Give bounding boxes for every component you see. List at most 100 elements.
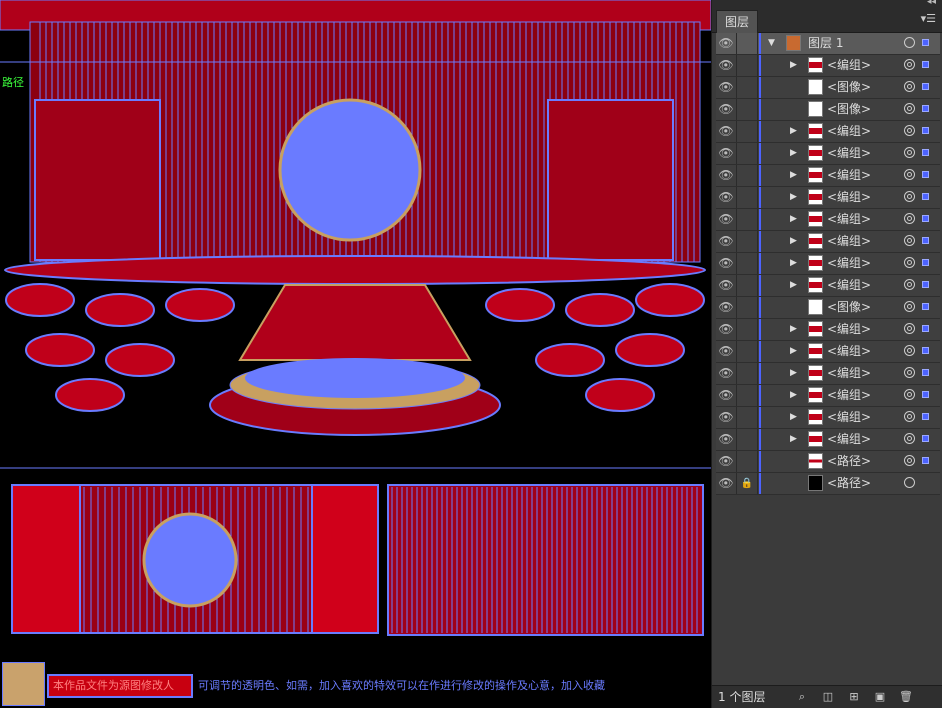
expand-triangle-icon[interactable]: ▶ (790, 231, 797, 252)
lock-toggle[interactable] (737, 363, 758, 384)
expand-triangle-icon[interactable]: ▶ (790, 209, 797, 230)
layer-row[interactable]: 👁 <路径> (716, 451, 940, 473)
lock-toggle[interactable] (737, 143, 758, 164)
layer-name[interactable]: <图像> (827, 297, 871, 318)
lock-icon[interactable]: 🔒 (737, 473, 758, 494)
lock-toggle[interactable] (737, 77, 758, 98)
layer-row[interactable]: 👁 ▶ <编组> (716, 319, 940, 341)
target-circle-icon[interactable] (904, 367, 915, 378)
visibility-eye-icon[interactable]: 👁 (716, 363, 737, 384)
selection-square[interactable] (922, 193, 929, 200)
layer-name[interactable]: <编组> (827, 363, 871, 384)
visibility-eye-icon[interactable]: 👁 (716, 275, 737, 296)
layer-name[interactable]: <图像> (827, 77, 871, 98)
layer-name[interactable]: <编组> (827, 275, 871, 296)
expand-triangle-icon[interactable]: ▶ (790, 407, 797, 428)
lock-toggle[interactable] (737, 275, 758, 296)
target-circle-icon[interactable] (904, 477, 915, 488)
layer-row[interactable]: 👁 ▶ <编组> (716, 209, 940, 231)
selection-square[interactable] (922, 347, 929, 354)
lock-toggle[interactable] (737, 341, 758, 362)
lock-toggle[interactable] (737, 121, 758, 142)
lock-toggle[interactable] (737, 407, 758, 428)
layer-row[interactable]: 👁 ▶ <编组> (716, 429, 940, 451)
expand-triangle-icon[interactable]: ▶ (790, 275, 797, 296)
target-circle-icon[interactable] (904, 37, 915, 48)
selection-square[interactable] (922, 171, 929, 178)
expand-triangle-icon[interactable]: ▶ (790, 253, 797, 274)
lock-toggle[interactable] (737, 99, 758, 120)
layer-row[interactable]: 👁 ▶ <编组> (716, 341, 940, 363)
layer-row[interactable]: 👁 ▶ <编组> (716, 143, 940, 165)
visibility-eye-icon[interactable]: 👁 (716, 187, 737, 208)
target-circle-icon[interactable] (904, 81, 915, 92)
layer-row[interactable]: 👁 ▶ <编组> (716, 165, 940, 187)
layer-name[interactable]: <编组> (827, 341, 871, 362)
expand-triangle-icon[interactable]: ▶ (790, 55, 797, 76)
lock-toggle[interactable] (737, 319, 758, 340)
visibility-eye-icon[interactable]: 👁 (716, 231, 737, 252)
layer-name[interactable]: <路径> (827, 473, 871, 494)
target-circle-icon[interactable] (904, 59, 915, 70)
collapse-icon[interactable]: ◂◂ (927, 0, 936, 7)
visibility-eye-icon[interactable]: 👁 (716, 297, 737, 318)
lock-toggle[interactable] (737, 33, 758, 54)
expand-triangle-icon[interactable]: ▶ (790, 187, 797, 208)
target-circle-icon[interactable] (904, 279, 915, 290)
target-circle-icon[interactable] (904, 433, 915, 444)
lock-toggle[interactable] (737, 451, 758, 472)
layer-row[interactable]: 👁 <图像> (716, 99, 940, 121)
selection-square[interactable] (922, 259, 929, 266)
visibility-eye-icon[interactable]: 👁 (716, 121, 737, 142)
layer-name[interactable]: <编组> (827, 253, 871, 274)
layer-row-top[interactable]: 👁 ▼ 图层 1 (716, 33, 940, 55)
layer-name[interactable]: <编组> (827, 187, 871, 208)
lock-toggle[interactable] (737, 385, 758, 406)
layer-row[interactable]: 👁 🔒 <路径> (716, 473, 940, 495)
selection-square[interactable] (922, 369, 929, 376)
layer-name[interactable]: <编组> (827, 231, 871, 252)
visibility-eye-icon[interactable]: 👁 (716, 55, 737, 76)
selection-square[interactable] (922, 83, 929, 90)
lock-toggle[interactable] (737, 297, 758, 318)
selection-square[interactable] (922, 281, 929, 288)
target-circle-icon[interactable] (904, 213, 915, 224)
layer-row[interactable]: 👁 ▶ <编组> (716, 55, 940, 77)
expand-triangle-icon[interactable]: ▶ (790, 319, 797, 340)
layer-row[interactable]: 👁 ▶ <编组> (716, 407, 940, 429)
visibility-eye-icon[interactable]: 👁 (716, 77, 737, 98)
layer-row[interactable]: 👁 ▶ <编组> (716, 385, 940, 407)
panel-menu-icon[interactable]: ▾☰ (921, 12, 936, 25)
visibility-eye-icon[interactable]: 👁 (716, 429, 737, 450)
expand-triangle-icon[interactable]: ▶ (790, 429, 797, 450)
expand-triangle-icon[interactable]: ▼ (768, 33, 775, 54)
layer-name[interactable]: 图层 1 (808, 33, 843, 54)
selection-square[interactable] (922, 127, 929, 134)
target-circle-icon[interactable] (904, 257, 915, 268)
selection-square[interactable] (922, 391, 929, 398)
visibility-eye-icon[interactable]: 👁 (716, 473, 737, 494)
expand-triangle-icon[interactable]: ▶ (790, 385, 797, 406)
tab-layers[interactable]: 图层 (716, 10, 759, 33)
target-circle-icon[interactable] (904, 323, 915, 334)
visibility-eye-icon[interactable]: 👁 (716, 143, 737, 164)
selection-square[interactable] (922, 237, 929, 244)
expand-triangle-icon[interactable]: ▶ (790, 165, 797, 186)
target-circle-icon[interactable] (904, 345, 915, 356)
clipping-mask-icon[interactable]: ◫ (820, 689, 836, 705)
expand-triangle-icon[interactable]: ▶ (790, 341, 797, 362)
layer-row[interactable]: 👁 ▶ <编组> (716, 275, 940, 297)
target-circle-icon[interactable] (904, 301, 915, 312)
layer-row[interactable]: 👁 <图像> (716, 77, 940, 99)
selection-square[interactable] (922, 325, 929, 332)
layer-name[interactable]: <编组> (827, 121, 871, 142)
layer-name[interactable]: <编组> (827, 429, 871, 450)
layer-name[interactable]: <编组> (827, 407, 871, 428)
lock-toggle[interactable] (737, 209, 758, 230)
selection-square[interactable] (922, 215, 929, 222)
layer-name[interactable]: <编组> (827, 385, 871, 406)
layer-row[interactable]: 👁 ▶ <编组> (716, 121, 940, 143)
selection-square[interactable] (922, 61, 929, 68)
layer-name[interactable]: <编组> (827, 209, 871, 230)
visibility-eye-icon[interactable]: 👁 (716, 209, 737, 230)
